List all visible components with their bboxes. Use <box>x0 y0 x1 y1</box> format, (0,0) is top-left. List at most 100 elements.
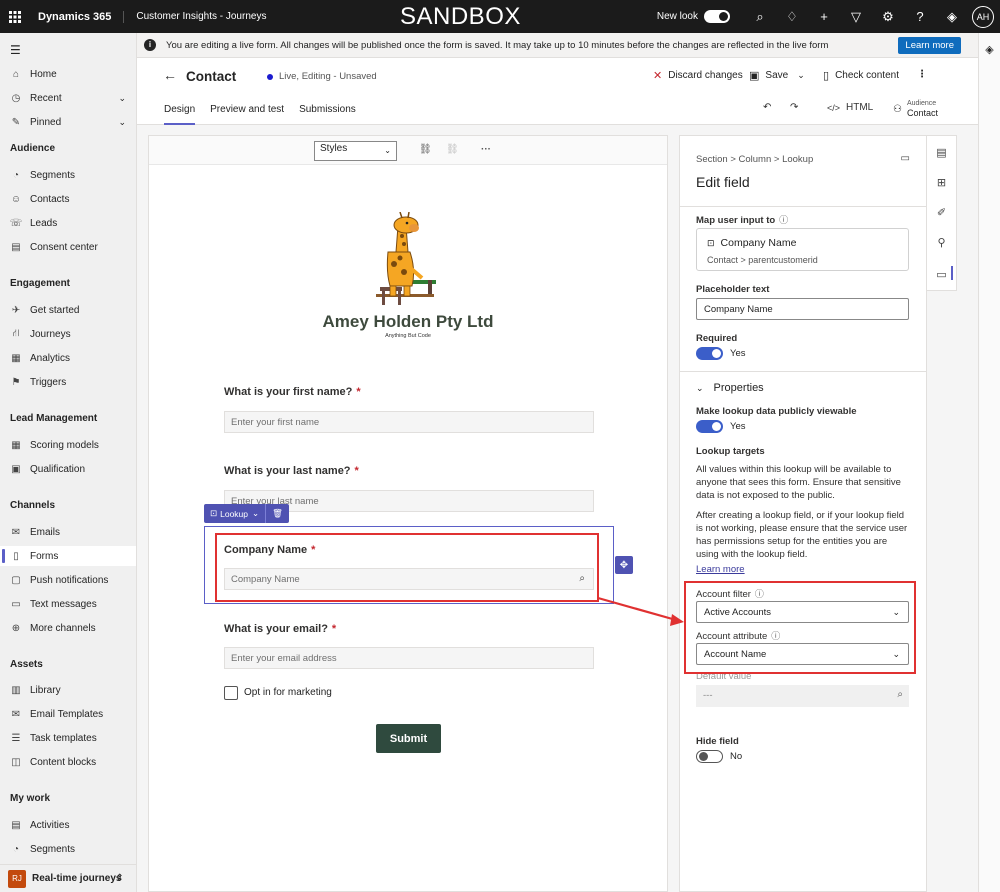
sidebar-item-forms[interactable]: ▯ Forms <box>0 546 136 566</box>
first-name-label: What is your first name? * <box>224 386 361 398</box>
phone-icon: ☏ <box>9 217 23 229</box>
sidebar-item-journeys[interactable]: ⛙ Journeys <box>0 324 136 344</box>
link-icon[interactable]: ⛓ <box>419 144 432 155</box>
sidebar-item-triggers[interactable]: ⚑ Triggers <box>0 372 136 392</box>
delete-icon[interactable]: 🗑 <box>265 504 289 523</box>
area-label: Real-time journeys <box>32 873 122 884</box>
learn-more-button[interactable]: Learn more <box>898 37 961 54</box>
brush-icon[interactable]: ✐ <box>927 206 956 219</box>
properties-section-header[interactable]: ⌄ Properties <box>696 382 764 394</box>
first-name-input[interactable]: Enter your first name <box>224 411 594 433</box>
sidebar-item-scoring-models[interactable]: ▦ Scoring models <box>0 435 136 455</box>
sidebar-item-push-notifications[interactable]: ▢ Push notifications <box>0 570 136 590</box>
copilot-icon[interactable]: ◈ <box>936 9 968 25</box>
audience-selector[interactable]: ⚇ Audience Contact <box>893 99 938 119</box>
save-button[interactable]: ▣ Save ⌄ <box>749 69 805 82</box>
html-button[interactable]: </> HTML <box>827 102 873 113</box>
chevron-down-icon: ⌄ <box>252 508 260 518</box>
chevron-down-icon[interactable]: ⌄ <box>797 70 805 81</box>
app-launcher-icon[interactable] <box>0 0 30 33</box>
sidebar-item-leads[interactable]: ☏ Leads <box>0 213 136 233</box>
move-icon[interactable]: ✥ <box>615 556 633 574</box>
copilot-icon[interactable]: ◈ <box>979 43 1000 56</box>
form-tabs: Design Preview and test Submissions <box>164 103 371 125</box>
back-arrow-icon[interactable]: ← <box>163 67 177 83</box>
discard-changes-button[interactable]: ✕ Discard changes <box>653 69 743 82</box>
sidebar-item-email-templates[interactable]: ✉ Email Templates <box>0 704 136 724</box>
sidebar-item-activities[interactable]: ▤ Activities <box>0 815 136 835</box>
marketing-checkbox[interactable] <box>224 686 238 700</box>
consent-icon: ▤ <box>11 241 21 253</box>
sidebar-item-analytics[interactable]: ▦ Analytics <box>0 348 136 368</box>
add-section-icon[interactable]: ⊞ <box>927 176 956 189</box>
highlight-box-company-field <box>215 533 599 602</box>
filter-icon[interactable]: ▽ <box>840 9 872 25</box>
avatar[interactable]: AH <box>972 5 994 28</box>
tab-design[interactable]: Design <box>164 103 196 125</box>
sidebar-item-home[interactable]: ⌂ Home <box>0 64 136 84</box>
tab-submissions[interactable]: Submissions <box>299 103 356 125</box>
plus-icon[interactable]: + <box>808 9 840 24</box>
placeholder-text-input[interactable]: Company Name <box>696 298 909 320</box>
required-label: Required <box>696 333 738 344</box>
brand-name[interactable]: Dynamics 365 <box>30 10 125 23</box>
clock-icon: ◷ <box>11 92 21 104</box>
map-input-label: Map user input to ⓘ <box>696 215 789 226</box>
rocket-icon: ✈ <box>11 304 21 316</box>
public-viewable-toggle[interactable] <box>696 420 723 433</box>
sidebar-item-consent-center[interactable]: ▤ Consent center <box>0 237 136 257</box>
mail-icon: ✉ <box>11 526 21 538</box>
sidebar-item-library[interactable]: ▥ Library <box>0 680 136 700</box>
sidebar-item-segments-2[interactable]: ◔ Segments <box>0 839 136 859</box>
tab-preview-and-test[interactable]: Preview and test <box>210 103 284 125</box>
hamburger-icon[interactable]: ☰ <box>10 43 21 57</box>
panel-layout-icon[interactable]: ▭ <box>901 153 910 164</box>
giraffe-logo-icon <box>376 212 436 305</box>
help-icon[interactable]: ? <box>904 9 936 24</box>
sidebar-item-contacts[interactable]: ☺ Contacts <box>0 189 136 209</box>
sidebar-item-get-started[interactable]: ✈ Get started <box>0 300 136 320</box>
more-icon[interactable]: ··· <box>481 144 491 155</box>
lightbulb-icon[interactable]: ♢ <box>776 9 808 25</box>
sidebar-item-more-channels[interactable]: ⊕ More channels <box>0 618 136 638</box>
company-logo-name: Amey Holden Pty Ltd <box>322 312 494 331</box>
personalization-icon[interactable]: ⚲ <box>927 236 956 249</box>
email-input[interactable]: Enter your email address <box>224 647 594 669</box>
sidebar-item-segments[interactable]: ◔ Segments <box>0 165 136 185</box>
lookup-field-tag[interactable]: ⊡ Lookup ⌄ 🗑 <box>204 504 289 523</box>
form-header: ← Contact Live, Editing - Unsaved ✕ Disca… <box>137 58 978 125</box>
learn-more-link[interactable]: Learn more <box>696 564 745 575</box>
sidebar-item-qualification[interactable]: ▣ Qualification <box>0 459 136 479</box>
field-properties-icon[interactable]: ▭ <box>927 266 956 281</box>
form-elements-icon[interactable]: ▤ <box>927 146 956 159</box>
gear-icon[interactable]: ⚙ <box>872 9 904 25</box>
new-look-toggle[interactable] <box>704 10 730 23</box>
sidebar-item-text-messages[interactable]: ▭ Text messages <box>0 594 136 614</box>
required-toggle[interactable] <box>696 347 723 360</box>
sidebar-item-content-blocks[interactable]: ◫ Content blocks <box>0 752 136 772</box>
area-switcher[interactable]: RJ Real-time journeys ⇕ <box>0 864 136 892</box>
check-content-button[interactable]: ▯ Check content <box>823 69 899 82</box>
breadcrumb[interactable]: Section > Column > Lookup <box>696 154 813 165</box>
mapped-attribute-card[interactable]: ⊡ Company Name Contact > parentcustomerid <box>696 228 909 271</box>
close-icon: ✕ <box>653 70 663 82</box>
sidebar-item-task-templates[interactable]: ☰ Task templates <box>0 728 136 748</box>
lookup-tag-label[interactable]: ⊡ Lookup ⌄ <box>204 504 265 523</box>
more-options-icon[interactable]: ⋮ <box>917 69 927 80</box>
hide-field-toggle[interactable] <box>696 750 723 763</box>
environment-banner: SANDBOX <box>400 3 521 30</box>
undo-icon[interactable]: ↶ <box>763 102 771 113</box>
sidebar-item-emails[interactable]: ✉ Emails <box>0 522 136 542</box>
info-icon: ⓘ <box>779 215 789 225</box>
code-icon: </> <box>827 102 841 113</box>
redo-icon[interactable]: ↷ <box>790 102 798 113</box>
submit-button[interactable]: Submit <box>376 724 441 753</box>
sidebar-item-recent[interactable]: ◷ Recent ⌄ <box>0 88 136 108</box>
app-name[interactable]: Customer Insights - Journeys <box>124 11 266 22</box>
search-icon[interactable]: ⌕ <box>744 9 776 25</box>
page-title: Contact <box>186 69 237 84</box>
company-tagline: Anything But Code <box>385 333 431 339</box>
styles-dropdown[interactable]: Styles ⌄ <box>314 141 397 161</box>
document-check-icon: ▯ <box>823 70 830 82</box>
sidebar-item-pinned[interactable]: ✎ Pinned ⌄ <box>0 112 136 132</box>
